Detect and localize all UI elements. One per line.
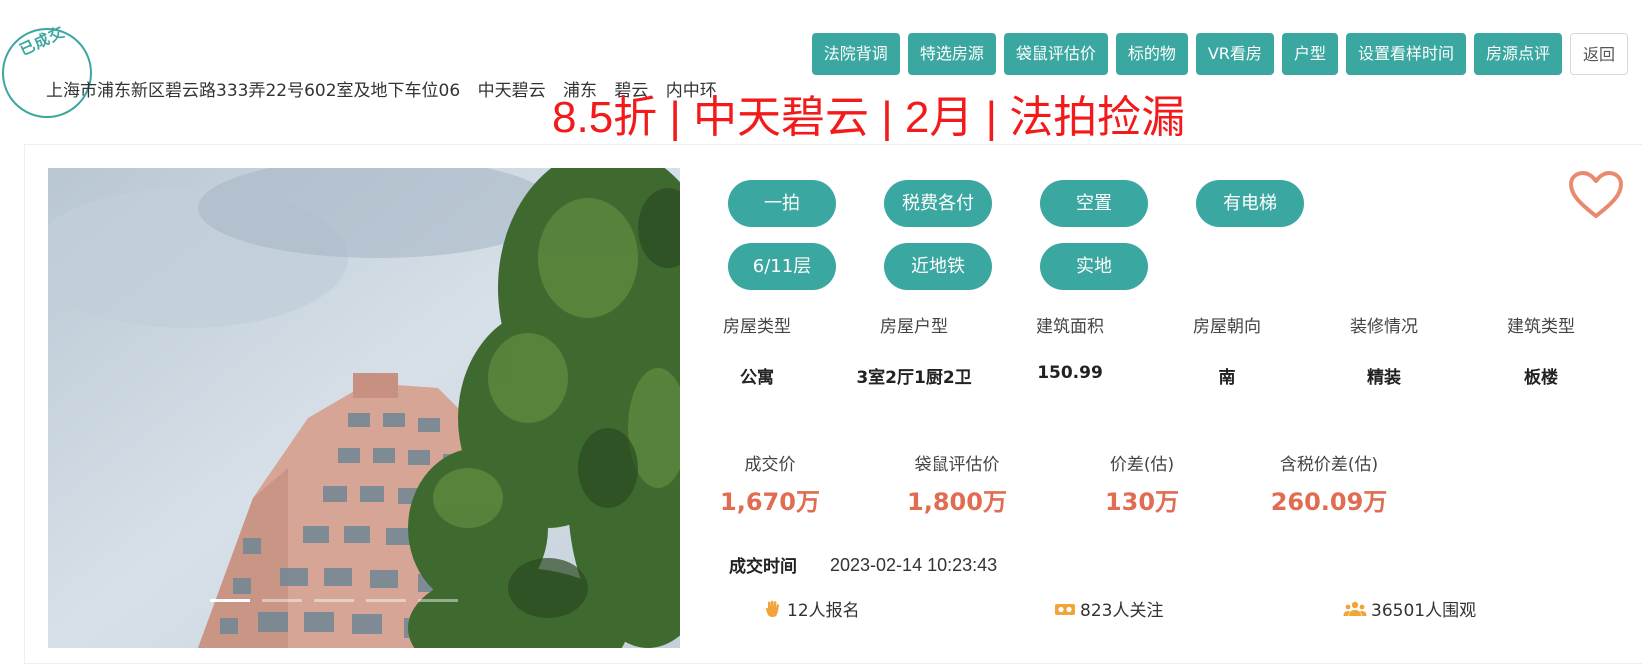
- price-value-diff-tax: 260.09万: [1270, 488, 1388, 516]
- attr-label-orientation: 房屋朝向: [1193, 317, 1261, 337]
- nav-subject-button[interactable]: 标的物: [1115, 33, 1188, 75]
- tag-auction-round: 一拍: [728, 180, 836, 227]
- price-label-valuation: 袋鼠评估价: [914, 455, 1000, 475]
- nav-floorplan-button[interactable]: 户型: [1281, 33, 1338, 75]
- headline: 8.5折 | 中天碧云 | 2月 | 法拍捡漏: [552, 93, 1186, 142]
- address-full: 上海市浦东新区碧云路333弄22号602室及地下车位06: [46, 81, 461, 101]
- price-value-valuation: 1,800万: [907, 488, 1007, 516]
- attr-value-area: 150.99: [1037, 363, 1103, 383]
- attr-value-decoration: 精装: [1367, 368, 1401, 388]
- price-label-diff: 价差(估): [1109, 455, 1175, 475]
- photo-carousel-dots: [210, 599, 458, 602]
- building-photo-graphic: [48, 168, 680, 648]
- carousel-dot[interactable]: [262, 599, 302, 602]
- tag-elevator: 有电梯: [1196, 180, 1304, 227]
- attr-label-type: 房屋类型: [723, 317, 791, 337]
- vr-goggles-icon: [1055, 603, 1075, 615]
- nav-viewing-time-button[interactable]: 设置看样时间: [1345, 33, 1466, 75]
- stat-watch-text: 36501人围观: [1371, 601, 1477, 621]
- tag-floor: 6/11层: [728, 243, 836, 290]
- tag-vacant: 空置: [1040, 180, 1148, 227]
- stat-follow: 823人关注: [1054, 596, 1163, 621]
- attr-label-decoration: 装修情况: [1350, 317, 1418, 337]
- attr-value-orientation: 南: [1218, 368, 1236, 388]
- nav-valuation-button[interactable]: 袋鼠评估价: [1003, 33, 1108, 75]
- attr-label-area: 建筑面积: [1036, 317, 1104, 337]
- deal-time-value: 2023-02-14 10:23:43: [830, 555, 998, 575]
- nav-vr-button[interactable]: VR看房: [1195, 33, 1274, 75]
- price-label-deal: 成交价: [744, 455, 796, 475]
- attr-label-building: 建筑类型: [1507, 317, 1575, 337]
- attr-value-building: 板楼: [1524, 368, 1558, 388]
- price-label-diff-tax: 含税价差(估): [1279, 455, 1379, 475]
- tag-onsite: 实地: [1040, 243, 1148, 290]
- nav-featured-button[interactable]: 特选房源: [907, 33, 996, 75]
- nav-court-check-button[interactable]: 法院背调: [811, 33, 900, 75]
- hand-icon: [765, 600, 780, 617]
- stat-signup-text: 12人报名: [787, 601, 860, 621]
- nav-review-button[interactable]: 房源点评: [1473, 33, 1562, 75]
- property-photo[interactable]: [48, 168, 680, 648]
- address-community: 中天碧云: [477, 81, 546, 101]
- stat-watch: 36501人围观: [1343, 596, 1476, 621]
- stat-signup: 12人报名: [763, 596, 860, 621]
- top-nav: 法院背调 特选房源 袋鼠评估价 标的物 VR看房 户型 设置看样时间 房源点评 …: [811, 33, 1628, 75]
- carousel-dot[interactable]: [418, 599, 458, 602]
- carousel-dot[interactable]: [210, 599, 250, 602]
- attr-value-layout: 3室2厅1厨2卫: [856, 368, 972, 388]
- tag-tax: 税费各付: [884, 180, 992, 227]
- price-value-diff: 130万: [1104, 488, 1180, 516]
- carousel-dot[interactable]: [366, 599, 406, 602]
- price-value-deal: 1,670万: [720, 488, 820, 516]
- users-icon: [1343, 601, 1367, 616]
- favorite-heart-icon[interactable]: [1568, 170, 1624, 220]
- attr-label-layout: 房屋户型: [880, 317, 948, 337]
- deal-time-label: 成交时间: [729, 557, 797, 577]
- back-button[interactable]: 返回: [1569, 33, 1628, 75]
- stat-follow-text: 823人关注: [1080, 601, 1164, 621]
- attr-value-type: 公寓: [740, 368, 774, 388]
- carousel-dot[interactable]: [314, 599, 354, 602]
- tag-metro: 近地铁: [884, 243, 992, 290]
